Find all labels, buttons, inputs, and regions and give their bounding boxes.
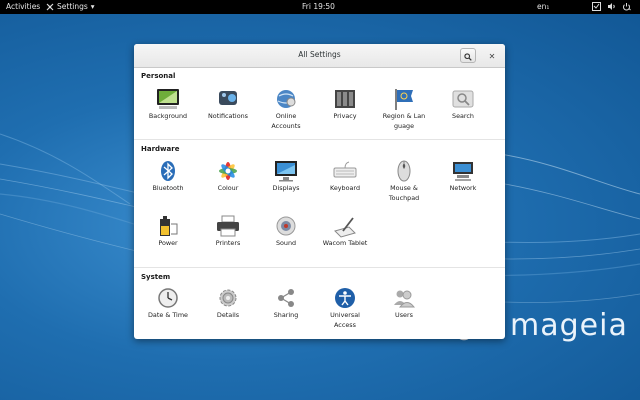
item-label: Keyboard xyxy=(329,184,361,192)
item-label: Mouse & Touchpad xyxy=(388,184,420,202)
settings-item-date-time[interactable]: Date & Time xyxy=(138,286,198,321)
privacy-icon xyxy=(335,90,355,108)
item-label: Wacom Tablet xyxy=(322,239,368,247)
app-menu-button[interactable]: Settings ▾ xyxy=(46,2,95,12)
settings-item-network[interactable]: Network xyxy=(433,159,493,194)
search-settings-icon xyxy=(452,90,474,108)
close-button[interactable]: ✕ xyxy=(485,49,499,63)
online-accounts-icon xyxy=(277,90,296,108)
settings-item-sound[interactable]: Sound xyxy=(256,214,316,249)
keyboard-icon xyxy=(333,161,357,178)
window-title: All Settings xyxy=(298,50,341,59)
top-bar: Activities Settings ▾ Fri 19:50 en₁ xyxy=(0,0,640,14)
input-language-indicator[interactable]: en₁ xyxy=(537,2,549,12)
item-label: Sharing xyxy=(273,311,299,319)
settings-item-universal-access[interactable]: Universal Access xyxy=(315,286,375,330)
item-label: Colour xyxy=(217,184,239,192)
status-area[interactable] xyxy=(592,2,631,11)
notifications-icon xyxy=(219,91,237,105)
sound-icon xyxy=(276,216,296,236)
power-settings-icon xyxy=(160,216,178,236)
section-divider xyxy=(134,139,505,140)
item-label: Online Accounts xyxy=(271,112,301,130)
network-settings-icon xyxy=(453,162,473,181)
search-button[interactable] xyxy=(460,48,476,63)
settings-item-power[interactable]: Power xyxy=(138,214,198,249)
activities-button[interactable]: Activities xyxy=(6,2,40,12)
wacom-tablet-icon xyxy=(334,217,356,238)
settings-item-colour[interactable]: Colour xyxy=(198,159,258,194)
item-label: Background xyxy=(148,112,188,120)
settings-item-users[interactable]: Users xyxy=(374,286,434,321)
settings-item-keyboard[interactable]: Keyboard xyxy=(315,159,375,194)
network-icon xyxy=(592,2,601,11)
settings-item-privacy[interactable]: Privacy xyxy=(315,87,375,122)
region-language-icon xyxy=(395,89,413,110)
displays-icon xyxy=(275,161,297,182)
settings-item-wacom-tablet[interactable]: Wacom Tablet xyxy=(315,214,375,249)
universal-access-icon xyxy=(335,288,355,308)
item-label: Search xyxy=(452,112,474,120)
settings-tools-icon xyxy=(46,3,54,11)
item-label: Details xyxy=(216,311,240,319)
power-icon xyxy=(622,2,631,11)
chevron-down-icon: ▾ xyxy=(90,2,95,11)
details-gear-icon xyxy=(219,289,237,307)
section-title-system: System xyxy=(141,273,171,281)
header-bar: All Settings ✕ xyxy=(134,44,505,68)
settings-item-bluetooth[interactable]: Bluetooth xyxy=(138,159,198,194)
item-label: Power xyxy=(158,239,178,247)
mouse-icon xyxy=(397,160,411,182)
item-label: Network xyxy=(449,184,477,192)
settings-item-displays[interactable]: Displays xyxy=(256,159,316,194)
clock-icon xyxy=(158,288,178,308)
app-menu-label: Settings xyxy=(57,2,88,11)
settings-item-details[interactable]: Details xyxy=(198,286,258,321)
settings-item-region-language[interactable]: Region & Lan guage xyxy=(374,87,434,131)
printer-icon xyxy=(217,215,239,237)
item-label: Universal Access xyxy=(330,311,360,329)
item-label: Region & Lan guage xyxy=(382,112,426,130)
item-label: Date & Time xyxy=(148,311,188,319)
clock[interactable]: Fri 19:50 xyxy=(302,2,335,12)
volume-icon xyxy=(607,2,616,11)
sharing-icon xyxy=(278,289,294,307)
settings-item-online-accounts[interactable]: Online Accounts xyxy=(256,87,316,131)
settings-window: All Settings ✕ Personal Background Notif… xyxy=(134,44,505,339)
section-title-personal: Personal xyxy=(141,72,176,80)
item-label: Users xyxy=(395,311,413,319)
settings-item-notifications[interactable]: Notifications xyxy=(198,87,258,122)
bluetooth-icon xyxy=(161,161,175,181)
users-icon xyxy=(394,290,416,308)
settings-item-printers[interactable]: Printers xyxy=(198,214,258,249)
item-label: Privacy xyxy=(333,112,357,120)
section-divider xyxy=(134,267,505,268)
settings-item-background[interactable]: Background xyxy=(138,87,198,122)
item-label: Notifications xyxy=(208,112,248,120)
colour-icon xyxy=(219,162,237,180)
section-title-hardware: Hardware xyxy=(141,145,180,153)
mageia-logo-text: mageia xyxy=(510,308,628,343)
settings-item-search[interactable]: Search xyxy=(433,87,493,122)
settings-item-sharing[interactable]: Sharing xyxy=(256,286,316,321)
close-icon: ✕ xyxy=(488,51,496,61)
item-label: Bluetooth xyxy=(152,184,184,192)
item-label: Sound xyxy=(275,239,297,247)
item-label: Displays xyxy=(272,184,300,192)
search-icon xyxy=(464,46,472,65)
background-icon xyxy=(157,89,179,109)
item-label: Printers xyxy=(215,239,241,247)
settings-item-mouse-touchpad[interactable]: Mouse & Touchpad xyxy=(374,159,434,203)
